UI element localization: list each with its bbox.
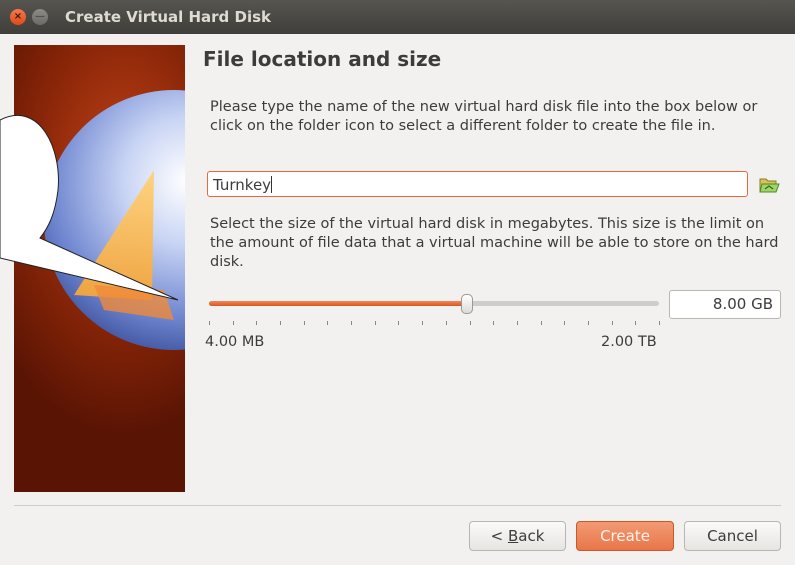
slider-min-label: 4.00 MB: [205, 334, 265, 350]
location-instructions: Please type the name of the new virtual …: [210, 99, 758, 134]
slider-tick: [445, 321, 447, 325]
size-slider-handle[interactable]: [461, 294, 474, 314]
page-title: File location and size: [203, 47, 442, 71]
slider-tick: [493, 321, 495, 325]
size-slider-fill: [209, 301, 468, 306]
slider-tick: [469, 321, 471, 325]
slider-tick: [540, 321, 542, 325]
callout-bubble: [0, 114, 179, 301]
slider-max-label: 2.00 TB: [601, 334, 657, 350]
size-instructions: Select the size of the virtual hard disk…: [210, 216, 779, 270]
slider-tick: [398, 321, 400, 325]
slider-tick: [351, 321, 353, 325]
slider-tick: [635, 321, 637, 325]
folder-open-icon: [759, 178, 780, 193]
slider-tick: [327, 321, 329, 325]
size-slider-ticks: [209, 321, 660, 325]
slider-tick: [564, 321, 566, 325]
size-value-input[interactable]: 8.00 GB: [669, 290, 781, 319]
slider-tick: [280, 321, 282, 325]
back-mnemonic: B: [507, 527, 519, 545]
back-button[interactable]: < Back: [469, 521, 566, 551]
file-name-value: Turnkey: [213, 176, 272, 194]
size-slider[interactable]: [209, 301, 659, 306]
slider-tick: [587, 321, 589, 325]
slider-tick: [611, 321, 613, 325]
button-separator: [14, 505, 781, 506]
choose-folder-button[interactable]: [758, 175, 780, 195]
text-caret: [271, 176, 273, 193]
slider-tick: [303, 321, 305, 325]
slider-tick: [232, 321, 234, 325]
slider-tick: [256, 321, 258, 325]
slider-tick: [516, 321, 518, 325]
slider-tick: [422, 321, 424, 325]
create-button[interactable]: Create: [576, 521, 674, 551]
slider-tick: [374, 321, 376, 325]
file-name-input[interactable]: Turnkey: [207, 171, 748, 197]
back-prefix: <: [490, 527, 508, 545]
slider-tick: [209, 321, 210, 325]
back-rest: ack: [518, 527, 545, 545]
cancel-button[interactable]: Cancel: [684, 521, 781, 551]
slider-tick: [659, 321, 660, 325]
